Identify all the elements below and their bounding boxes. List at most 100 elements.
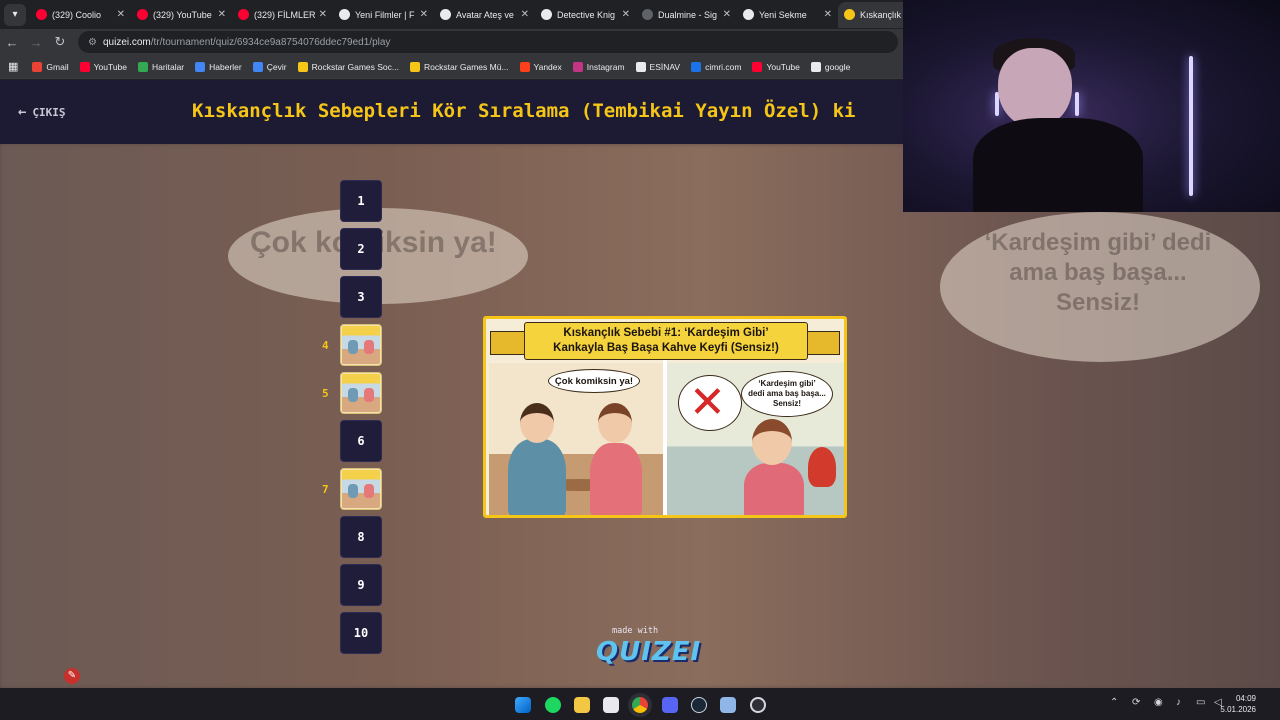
rank-slot-6[interactable]: 6: [340, 420, 382, 462]
placed-item-thumbnail: [342, 470, 380, 508]
rank-slot-1[interactable]: 1: [340, 180, 382, 222]
tray-chevron-icon[interactable]: ⌃: [1110, 697, 1118, 708]
speech-right-line1: ‘Kardeşim gibi’: [758, 379, 816, 388]
tray-steam-icon[interactable]: ◉: [1154, 697, 1163, 708]
browser-tab[interactable]: Detective Knig ✕: [535, 2, 636, 28]
quiz-title: Kıskançlık Sebepleri Kör Sıralama (Tembi…: [192, 100, 856, 122]
tab-close-icon[interactable]: ✕: [521, 9, 529, 20]
current-item-card: ✕ Çok komiksin ya! ‘Kardeşim gibi’ dedi …: [483, 316, 847, 518]
tab-title: (329) Coolio: [52, 9, 102, 20]
discord-icon[interactable]: [662, 697, 678, 713]
rank-slot-2[interactable]: 2: [340, 228, 382, 270]
url-input[interactable]: ⚙ quizei.com/tr/tournament/quiz/6934ce9a…: [78, 31, 898, 53]
rank-number: 10: [353, 626, 369, 640]
browser-tab[interactable]: Yeni Sekme ✕: [737, 2, 838, 28]
tab-close-icon[interactable]: ✕: [117, 9, 125, 20]
tab-title: Avatar Ateş ve: [456, 9, 514, 20]
bookmark-item[interactable]: Instagram: [572, 61, 625, 72]
bookmark-favicon-icon: [752, 61, 763, 72]
bookmark-item[interactable]: Gmail: [32, 61, 69, 72]
browser-tab[interactable]: Avatar Ateş ve ✕: [434, 2, 535, 28]
pen-icon[interactable]: ✎: [64, 668, 80, 684]
tab-title: Yeni Filmler | F: [355, 9, 415, 20]
rank-slot-9[interactable]: 9: [340, 564, 382, 606]
rank-number: 3: [357, 290, 365, 304]
card-divider: [663, 359, 667, 515]
tab-close-icon[interactable]: ✕: [218, 9, 226, 20]
bookmark-label: Çevir: [266, 61, 287, 72]
exit-label: ÇIKIŞ: [32, 105, 66, 119]
apps-grid-icon[interactable]: ▦: [8, 60, 18, 73]
rank-number: 9: [357, 578, 365, 592]
tray-display-icon[interactable]: ▭: [1196, 697, 1205, 708]
bookmark-item[interactable]: Yandex: [519, 61, 562, 72]
quizei-logo[interactable]: QUIZEI: [596, 637, 701, 667]
rank-slot-10[interactable]: 10: [340, 612, 382, 654]
tab-close-icon[interactable]: ✕: [420, 9, 428, 20]
rank-slot-5[interactable]: [340, 372, 382, 414]
browser-tab[interactable]: (329) FİLMLERİ ✕: [232, 2, 333, 28]
woman-figure: [590, 443, 642, 515]
bookmark-favicon-icon: [572, 61, 583, 72]
placed-item-thumbnail: [342, 326, 380, 364]
bookmark-favicon-icon: [32, 61, 43, 72]
bookmark-item[interactable]: Çevir: [252, 61, 287, 72]
bookmark-label: Instagram: [586, 61, 625, 72]
game-launcher-icon[interactable]: [720, 697, 736, 713]
tab-favicon-icon: [137, 9, 148, 20]
tray-sync-icon[interactable]: ⟳: [1132, 697, 1140, 708]
tray-mic-icon[interactable]: ♪: [1176, 697, 1181, 708]
card-title-line1: Kıskançlık Sebebi #1: ‘Kardeşim Gibi’: [563, 327, 769, 339]
windows-start-icon[interactable]: [515, 697, 531, 713]
jealous-girl-head: [752, 419, 792, 465]
bookmark-item[interactable]: cimri.com: [691, 61, 742, 72]
tab-close-icon[interactable]: ✕: [622, 9, 630, 20]
reload-button[interactable]: ↻: [48, 34, 72, 50]
bookmark-label: google: [824, 61, 851, 72]
back-button[interactable]: ←: [0, 35, 24, 50]
spotify-icon[interactable]: [545, 697, 561, 713]
url-host: quizei.com: [102, 36, 151, 48]
bookmark-item[interactable]: Rockstar Games Mü...: [409, 61, 509, 72]
tab-favicon-icon: [440, 9, 451, 20]
light-strip-right: [1189, 56, 1193, 196]
browser-tab[interactable]: (329) Coolio ✕: [30, 2, 131, 28]
browser-tab[interactable]: Dualmine - Sig ✕: [636, 2, 737, 28]
bookmark-item[interactable]: YouTube: [752, 61, 800, 72]
speech-right-line3: Sensiz!: [772, 399, 801, 408]
bookmark-item[interactable]: YouTube: [79, 61, 127, 72]
tab-title: Dualmine - Sig: [658, 9, 718, 20]
site-info-icon[interactable]: ⚙: [88, 37, 97, 48]
arrow-left-icon: ←: [18, 104, 27, 120]
browser-tab[interactable]: (329) YouTube ✕: [131, 2, 232, 28]
chrome-icon[interactable]: [632, 697, 648, 713]
tab-close-icon[interactable]: ✕: [824, 9, 832, 20]
bookmark-item[interactable]: Haberler: [195, 61, 242, 72]
exit-button[interactable]: ← ÇIKIŞ: [18, 104, 66, 120]
devil-icon: [808, 447, 836, 487]
file-explorer-icon[interactable]: [574, 697, 590, 713]
bookmark-item[interactable]: ESİNAV: [635, 61, 680, 72]
bookmark-item[interactable]: Rockstar Games Soc...: [297, 61, 399, 72]
bookmark-label: Haberler: [209, 61, 242, 72]
tab-title: Yeni Sekme: [759, 9, 807, 20]
rank-slot-8[interactable]: 8: [340, 516, 382, 558]
rank-slot-3[interactable]: 3: [340, 276, 382, 318]
bookmark-label: cimri.com: [705, 61, 742, 72]
store-icon[interactable]: [603, 697, 619, 713]
bookmark-item[interactable]: google: [810, 61, 851, 72]
tab-search-button[interactable]: ▾: [4, 3, 26, 26]
rank-number: 8: [357, 530, 365, 544]
bookmark-item[interactable]: Haritalar: [138, 61, 184, 72]
recording-icon[interactable]: [750, 697, 766, 713]
rank-slot-7[interactable]: [340, 468, 382, 510]
tab-close-icon[interactable]: ✕: [319, 9, 327, 20]
rank-slot-4[interactable]: [340, 324, 382, 366]
bookmark-favicon-icon: [297, 61, 308, 72]
tab-close-icon[interactable]: ✕: [723, 9, 731, 20]
taskbar-clock[interactable]: 04:09 5.01.2026: [1220, 693, 1256, 715]
browser-tab[interactable]: Yeni Filmler | F ✕: [333, 2, 434, 28]
forward-button[interactable]: →: [24, 35, 48, 50]
steam-icon[interactable]: [691, 697, 707, 713]
bookmark-favicon-icon: [195, 61, 206, 72]
